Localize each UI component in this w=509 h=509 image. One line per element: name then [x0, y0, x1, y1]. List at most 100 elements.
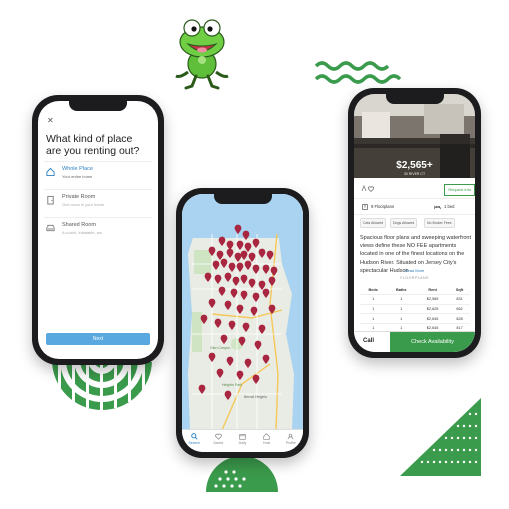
map-pin-icon[interactable] — [220, 334, 228, 344]
table-cell: $2,625 — [416, 304, 450, 315]
table-row[interactable]: 1 1 $2,625 662 — [360, 304, 470, 315]
column-header: Sqft — [449, 286, 470, 295]
bed-icon — [434, 205, 441, 210]
search-icon — [190, 433, 198, 440]
map-pin-icon[interactable] — [232, 276, 240, 286]
map-pin-icon[interactable] — [224, 300, 232, 310]
tab-saved[interactable]: Saved — [208, 430, 228, 452]
table-row[interactable]: 1 1 $2,565 831 — [360, 294, 470, 305]
listing-price: $2,565+ — [396, 160, 433, 171]
share-icon — [361, 185, 367, 192]
map-pin-icon[interactable] — [244, 358, 252, 368]
map-pin-icon[interactable] — [252, 264, 260, 274]
map-pin-icon[interactable] — [214, 274, 222, 284]
couch-icon — [46, 224, 55, 232]
map-pin-icon[interactable] — [226, 240, 234, 250]
close-icon[interactable]: ✕ — [47, 116, 54, 125]
map-pin-icon[interactable] — [216, 368, 224, 378]
map-pin-icon[interactable] — [224, 272, 232, 282]
map-pin-icon[interactable] — [228, 320, 236, 330]
call-button[interactable]: Call — [363, 338, 374, 344]
map-pin-icon[interactable] — [258, 280, 266, 290]
map-pin-icon[interactable] — [220, 258, 228, 268]
tab-profile[interactable]: Profile — [281, 430, 301, 452]
tab-label: Host — [263, 441, 271, 445]
option-sublabel: Your entire home — [62, 174, 93, 179]
map-pin-icon[interactable] — [262, 354, 270, 364]
option-label: Private Room — [62, 194, 96, 200]
table-cell: 1 — [386, 304, 417, 315]
map-label: Heights Park — [222, 383, 242, 387]
map-pin-icon[interactable] — [252, 238, 260, 248]
map-pin-icon[interactable] — [254, 340, 262, 350]
map-pin-icon[interactable] — [218, 236, 226, 246]
map-pin-icon[interactable] — [268, 276, 276, 286]
map-canvas: Glen Canyon Heights Park Bernal Heights — [182, 194, 303, 431]
phone-notch — [385, 94, 444, 104]
map-pin-icon[interactable] — [258, 324, 266, 334]
map-pin-icon[interactable] — [230, 288, 238, 298]
map-pin-icon[interactable] — [248, 278, 256, 288]
map-pin-icon[interactable] — [240, 274, 248, 284]
map-pins — [198, 224, 278, 400]
green-wave-lines — [314, 61, 402, 84]
map-pin-icon[interactable] — [252, 374, 260, 384]
map-pin-icon[interactable] — [244, 242, 252, 252]
map-pin-icon[interactable] — [226, 248, 234, 258]
map-pin-icon[interactable] — [204, 272, 212, 282]
map-pin-icon[interactable] — [240, 290, 248, 300]
tab-search[interactable]: Search — [184, 430, 204, 452]
map-view[interactable]: Glen Canyon Heights Park Bernal Heights — [182, 194, 303, 431]
map-screen: Glen Canyon Heights Park Bernal Heights … — [182, 194, 303, 452]
map-pin-icon[interactable] — [226, 356, 234, 366]
table-cell: 1 — [386, 313, 417, 325]
option-private-room[interactable]: Private Room One room in your home — [44, 189, 152, 216]
map-pin-icon[interactable] — [240, 250, 248, 260]
option-whole-place[interactable]: Whole Place Your entire home — [44, 161, 152, 188]
tab-host[interactable]: Host — [257, 430, 277, 452]
map-pin-icon[interactable] — [208, 352, 216, 362]
read-more-link[interactable]: Read More — [354, 268, 475, 273]
map-pin-icon[interactable] — [262, 288, 270, 298]
map-pin-icon[interactable] — [236, 370, 244, 380]
request-info-button[interactable]: Request Info — [444, 184, 475, 196]
tag-chip: Cats Allowed — [360, 218, 387, 228]
map-pin-icon[interactable] — [242, 230, 250, 240]
option-shared-room[interactable]: Shared Room A couch, inflatable, etc. — [44, 217, 152, 244]
listing-photo[interactable]: $2,565+ 30 RIVER CT — [354, 94, 475, 178]
map-pin-icon[interactable] — [262, 264, 270, 274]
bottom-tab-bar: Search Saved Daily Host Profile — [182, 429, 303, 452]
map-pin-icon[interactable] — [266, 250, 274, 260]
table-row[interactable]: 1 1 $2,645 828 — [360, 313, 470, 325]
map-pin-icon[interactable] — [214, 318, 222, 328]
map-pin-icon[interactable] — [236, 240, 244, 250]
tab-daily[interactable]: Daily — [232, 430, 252, 452]
check-availability-button[interactable]: Check Availability — [390, 332, 475, 352]
phone-onboarding: ✕ What kind of place are you renting out… — [32, 95, 164, 365]
table-cell: 831 — [449, 294, 470, 305]
share-icons — [361, 185, 375, 192]
map-pin-icon[interactable] — [236, 262, 244, 272]
map-pin-icon[interactable] — [212, 260, 220, 270]
home-icon — [263, 433, 270, 440]
map-pin-icon[interactable] — [228, 262, 236, 272]
map-pin-icon[interactable] — [236, 304, 244, 314]
column-header: Rent — [416, 286, 450, 295]
heart-icon — [215, 433, 222, 440]
map-pin-icon[interactable] — [208, 298, 216, 308]
map-pin-icon[interactable] — [258, 248, 266, 258]
map-pin-icon[interactable] — [198, 384, 206, 394]
map-pin-icon[interactable] — [234, 252, 242, 262]
map-pin-icon[interactable] — [252, 292, 260, 302]
map-pin-icon[interactable] — [244, 260, 252, 270]
map-pin-icon[interactable] — [242, 322, 250, 332]
map-pin-icon[interactable] — [216, 250, 224, 260]
next-button[interactable]: Next — [46, 333, 150, 345]
map-pin-icon[interactable] — [270, 266, 278, 276]
map-pin-icon[interactable] — [224, 390, 232, 400]
table-cell: 1 — [386, 294, 417, 305]
tab-label: Profile — [285, 441, 296, 445]
map-pin-icon[interactable] — [218, 286, 226, 296]
map-pin-icon[interactable] — [248, 252, 256, 262]
map-pin-icon[interactable] — [250, 306, 258, 316]
